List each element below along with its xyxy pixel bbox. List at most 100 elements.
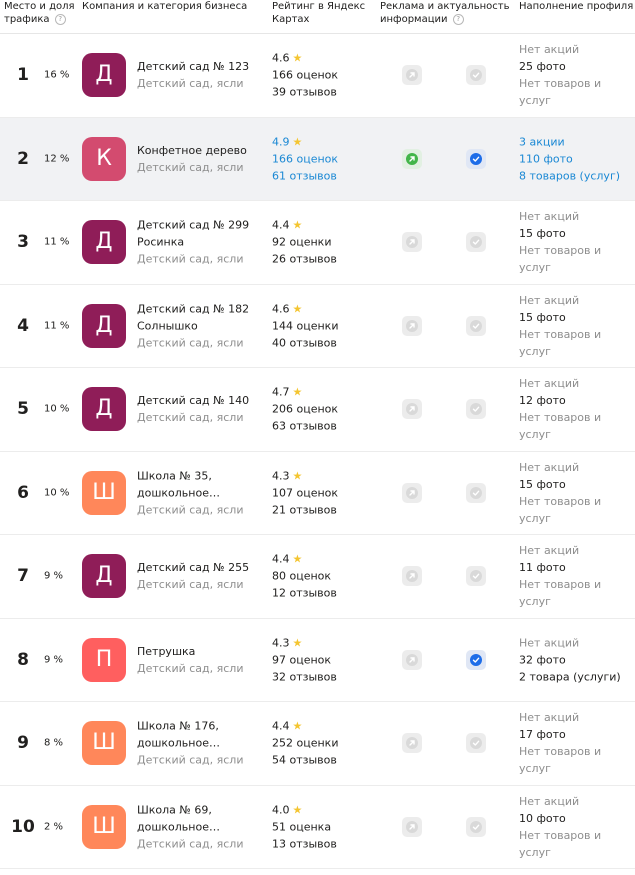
rating-score: 4.4: [272, 552, 290, 566]
profile-info: Нет акций 15 фото Нет товаров и услуг: [519, 208, 635, 276]
rating-info: 4.4 ★ 252 оценки 54 отзывов: [272, 718, 372, 769]
photos-count: 10 фото: [519, 811, 566, 825]
ad-arrow-icon[interactable]: [402, 649, 422, 670]
company-category: Детский сад, ясли: [137, 837, 244, 851]
rating-count: 166 оценок: [272, 152, 339, 166]
company-category: Детский сад, ясли: [137, 160, 244, 174]
company-name[interactable]: Петрушка: [137, 643, 267, 660]
company-name[interactable]: Школа № 35, дошкольное…: [137, 467, 267, 501]
verified-check-icon[interactable]: [466, 315, 486, 336]
promotions: Нет акций: [519, 794, 580, 808]
column-header-rating: Рейтинг в Яндекс Картах: [272, 1, 366, 25]
verified-check-icon[interactable]: [466, 649, 486, 670]
company-logo: П: [82, 637, 126, 682]
promotions: Нет акций: [519, 711, 580, 725]
rating-score: 4.6: [272, 302, 290, 316]
promotions: Нет акций: [519, 636, 580, 650]
company-name[interactable]: Конфетное дерево: [137, 142, 267, 159]
company-name[interactable]: Школа № 69, дошкольное…: [137, 801, 267, 835]
star-icon: ★: [292, 636, 303, 650]
rating-score: 4.9: [272, 135, 290, 149]
ad-arrow-icon[interactable]: [402, 399, 422, 420]
table-row[interactable]: 1 16 % Д Детский сад № 123 Детский сад, …: [0, 34, 635, 118]
company-logo: Д: [82, 387, 126, 432]
company-name[interactable]: Детский сад № 123: [137, 58, 267, 75]
ad-arrow-icon[interactable]: [402, 566, 422, 587]
table-row[interactable]: 6 10 % Ш Школа № 35, дошкольное… Детский…: [0, 452, 635, 535]
traffic-share: 11 %: [44, 320, 70, 332]
rating-count: 80 оценок: [272, 569, 332, 583]
ad-arrow-icon[interactable]: [402, 482, 422, 503]
company-category: Детский сад, ясли: [137, 77, 244, 91]
table-row[interactable]: 10 2 % Ш Школа № 69, дошкольное… Детский…: [0, 786, 635, 869]
place-number: 4: [17, 315, 29, 336]
place-number: 1: [17, 65, 29, 86]
question-icon[interactable]: ?: [54, 13, 66, 25]
table-row[interactable]: 8 9 % П Петрушка Детский сад, ясли 4.3 ★ …: [0, 619, 635, 702]
rating-info: 4.4 ★ 92 оценки 26 отзывов: [272, 217, 372, 268]
traffic-share: 10 %: [44, 487, 70, 499]
ad-arrow-icon[interactable]: [402, 816, 422, 837]
table-row[interactable]: 3 11 % Д Детский сад № 299 Росинка Детск…: [0, 201, 635, 285]
place-number: 9: [17, 733, 29, 754]
goods-services: 8 товаров (услуг): [519, 169, 621, 183]
rating-info: 4.7 ★ 206 оценок 63 отзывов: [272, 384, 372, 435]
column-header-ads: Реклама и актуальность информации ?: [380, 0, 510, 26]
table-row[interactable]: 2 12 % К Конфетное дерево Детский сад, я…: [0, 117, 635, 201]
ad-arrow-icon[interactable]: [402, 65, 422, 86]
place-number: 3: [17, 232, 29, 253]
question-icon[interactable]: ?: [452, 13, 464, 25]
ad-arrow-icon[interactable]: [402, 232, 422, 253]
review-count: 54 отзывов: [272, 753, 337, 767]
goods-services: Нет товаров и услуг: [519, 327, 602, 358]
rating-count: 206 оценок: [272, 402, 339, 416]
profile-info: Нет акций 25 фото Нет товаров и услуг: [519, 41, 635, 109]
verified-check-icon[interactable]: [466, 232, 486, 253]
traffic-share: 12 %: [44, 153, 70, 165]
verified-check-icon[interactable]: [466, 566, 486, 587]
verified-check-icon[interactable]: [466, 65, 486, 86]
traffic-share: 9 %: [44, 570, 64, 582]
promotions: Нет акций: [519, 293, 580, 307]
company-logo: К: [82, 136, 126, 181]
verified-check-icon[interactable]: [466, 733, 486, 754]
profile-info: 3 акции 110 фото 8 товаров (услуг): [519, 133, 635, 184]
review-count: 21 отзывов: [272, 503, 337, 517]
ad-arrow-icon[interactable]: [402, 148, 422, 169]
goods-services: Нет товаров и услуг: [519, 578, 602, 609]
traffic-share: 9 %: [44, 654, 64, 666]
company-category: Детский сад, ясли: [137, 503, 244, 517]
company-logo: Ш: [82, 804, 126, 849]
verified-check-icon[interactable]: [466, 816, 486, 837]
rating-info: 4.6 ★ 144 оценки 40 отзывов: [272, 300, 372, 351]
rating-count: 107 оценок: [272, 486, 339, 500]
company-info: Школа № 69, дошкольное… Детский сад, ясл…: [137, 801, 267, 852]
promotions: Нет акций: [519, 544, 580, 558]
goods-services: Нет товаров и услуг: [519, 411, 602, 442]
company-name[interactable]: Детский сад № 140: [137, 392, 267, 409]
rating-count: 144 оценки: [272, 319, 339, 333]
photos-count: 32 фото: [519, 653, 566, 667]
company-name[interactable]: Детский сад № 255: [137, 559, 267, 576]
verified-check-icon[interactable]: [466, 399, 486, 420]
company-logo: Д: [82, 220, 126, 265]
rating-count: 51 оценка: [272, 820, 332, 834]
company-logo: Д: [82, 554, 126, 599]
company-name[interactable]: Детский сад № 299 Росинка: [137, 217, 267, 251]
table-row[interactable]: 7 9 % Д Детский сад № 255 Детский сад, я…: [0, 535, 635, 619]
review-count: 39 отзывов: [272, 85, 337, 99]
rating-score: 4.7: [272, 385, 290, 399]
ad-arrow-icon[interactable]: [402, 733, 422, 754]
verified-check-icon[interactable]: [466, 482, 486, 503]
company-info: Детский сад № 299 Росинка Детский сад, я…: [137, 217, 267, 268]
verified-check-icon[interactable]: [466, 148, 486, 169]
ad-arrow-icon[interactable]: [402, 315, 422, 336]
table-row[interactable]: 9 8 % Ш Школа № 176, дошкольное… Детский…: [0, 702, 635, 786]
promotions: Нет акций: [519, 377, 580, 391]
company-name[interactable]: Школа № 176, дошкольное…: [137, 718, 267, 752]
company-category: Детский сад, ясли: [137, 578, 244, 592]
table-row[interactable]: 5 10 % Д Детский сад № 140 Детский сад, …: [0, 368, 635, 452]
column-header-ads-label: Реклама и актуальность информации: [380, 1, 510, 25]
company-name[interactable]: Детский сад № 182 Солнышко: [137, 300, 267, 334]
table-row[interactable]: 4 11 % Д Детский сад № 182 Солнышко Детс…: [0, 285, 635, 368]
